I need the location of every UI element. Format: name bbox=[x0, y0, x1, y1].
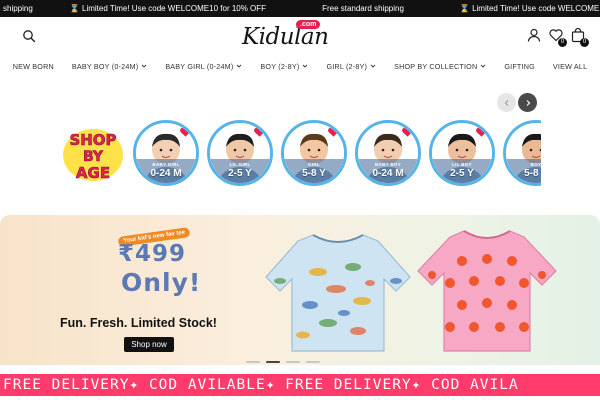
wishlist-count: 0 bbox=[558, 38, 567, 47]
age-card[interactable]: LIL GIRL 2-5 Y bbox=[207, 120, 273, 186]
apple-tshirt-image bbox=[417, 230, 557, 352]
search-icon[interactable] bbox=[22, 29, 36, 43]
age-card-sublabel: LIL BOY bbox=[452, 162, 472, 167]
nav-item-new-born[interactable]: NEW BORN bbox=[4, 58, 63, 74]
promo-ticker: FREE DELIVERY✦ COD AVILABLE✦ FREE DELIVE… bbox=[0, 374, 600, 396]
carousel-dot[interactable] bbox=[286, 361, 300, 363]
ticker-text: FREE DELIVERY✦ COD AVILABLE✦ FREE DELIVE… bbox=[3, 377, 519, 393]
age-card-sublabel: BABY BOY bbox=[374, 162, 402, 167]
nav-item-label: BABY GIRL (0-24M) bbox=[165, 61, 234, 71]
bag-icon[interactable]: 0 bbox=[570, 27, 589, 47]
main-nav: NEW BORN BABY BOY (0-24M) BABY GIRL (0-2… bbox=[0, 58, 600, 74]
shop-by-age-line: BY bbox=[83, 149, 104, 165]
carousel-dot[interactable] bbox=[246, 361, 260, 363]
age-card-label: 0-24 M bbox=[372, 168, 404, 179]
chevron-down-icon bbox=[370, 64, 376, 68]
chevron-down-icon bbox=[237, 64, 242, 68]
hero-banner[interactable]: Your kid's new fav tee ₹499 Only! Fun. F… bbox=[0, 215, 600, 365]
nav-item-label: BOY (2-8Y) bbox=[260, 61, 300, 71]
shop-by-age-line: AGE bbox=[76, 164, 110, 182]
nav-item-boy[interactable]: BOY (2-8Y) bbox=[251, 58, 317, 74]
heart-icon bbox=[253, 126, 266, 138]
promo-only: Only! bbox=[121, 268, 202, 297]
heart-icon bbox=[327, 126, 340, 138]
nav-item-baby-girl[interactable]: BABY GIRL (0-24M) bbox=[156, 58, 251, 74]
carousel-dot[interactable] bbox=[306, 361, 320, 363]
age-card[interactable]: GIRL 5-8 Y bbox=[281, 120, 347, 186]
logo-badge: .com bbox=[296, 20, 321, 29]
age-card[interactable]: BOY5-8 Y bbox=[503, 120, 541, 186]
chevron-down-icon bbox=[481, 64, 486, 68]
carousel-prev-button[interactable] bbox=[497, 93, 516, 112]
age-card[interactable]: BABY GIRL 0-24 M bbox=[133, 120, 199, 186]
carousel-next-button[interactable] bbox=[518, 93, 537, 112]
nav-item-label: BABY BOY (0-24M) bbox=[71, 61, 139, 71]
nav-item-label: SHOP BY COLLECTION bbox=[394, 61, 478, 71]
age-card-sublabel: BABY GIRL bbox=[152, 162, 180, 167]
header-actions: 0 0 bbox=[526, 27, 589, 47]
age-card[interactable]: BABY BOY 0-24 M bbox=[355, 120, 421, 186]
nav-item-baby-boy[interactable]: BABY BOY (0-24M) bbox=[63, 58, 156, 74]
announcement-message: shipping bbox=[3, 4, 33, 13]
promo-tagline: Fun. Fresh. Limited Stock! bbox=[60, 316, 217, 330]
heart-icon bbox=[401, 126, 414, 138]
age-card-label: 2-5 Y bbox=[228, 168, 252, 179]
shop-by-age-line: SHOP bbox=[69, 131, 116, 149]
heart-icon bbox=[475, 126, 488, 138]
announcement-message: ⌛ Limited Time! Use code WELCOME10 for 1… bbox=[459, 4, 600, 13]
chevron-down-icon bbox=[303, 64, 308, 68]
announcement-message: ⌛ Limited Time! Use code WELCOME10 for 1… bbox=[69, 4, 267, 13]
nav-item-shop-by-collection[interactable]: SHOP BY COLLECTION bbox=[385, 58, 495, 74]
age-card[interactable]: LIL BOY 2-5 Y bbox=[429, 120, 495, 186]
nav-item-label: GIRL (2-8Y) bbox=[326, 61, 368, 71]
announcement-message: Free standard shipping bbox=[322, 4, 404, 13]
age-card-sublabel: BOY bbox=[530, 162, 541, 167]
carousel-dots bbox=[246, 361, 346, 364]
chevron-right-icon bbox=[526, 99, 530, 106]
nav-item-gifting[interactable]: GIFTING bbox=[495, 58, 544, 74]
user-icon[interactable] bbox=[526, 27, 542, 43]
chevron-down-icon bbox=[141, 64, 147, 68]
age-carousel: BABY GIRL 0-24 M LIL GIRL 2-5 Y GIRL 5-8 Y BAB… bbox=[133, 120, 541, 186]
nav-item-label: GIFTING bbox=[504, 61, 535, 71]
cart-count: 0 bbox=[580, 38, 589, 47]
age-card-label: 5-8 Y bbox=[302, 168, 326, 179]
nav-item-view-all[interactable]: VIEW ALL bbox=[544, 58, 596, 74]
announcement-bar: shipping ⌛ Limited Time! Use code WELCOM… bbox=[0, 0, 600, 17]
site-header: Kidulan .com 0 0 bbox=[0, 17, 600, 55]
heart-icon[interactable]: 0 bbox=[548, 27, 567, 47]
age-card-label: 2-5 Y bbox=[450, 168, 474, 179]
age-card-label: 0-24 M bbox=[150, 168, 182, 179]
carousel-dot-active[interactable] bbox=[266, 361, 280, 363]
age-card-sublabel: GIRL bbox=[308, 162, 320, 167]
nav-item-girl[interactable]: GIRL (2-8Y) bbox=[317, 58, 385, 74]
nav-item-label: NEW BORN bbox=[12, 61, 54, 71]
age-card-label: 5-8 Y bbox=[524, 168, 541, 179]
shop-now-button[interactable]: Shop now bbox=[124, 337, 174, 352]
shop-by-age-logo: SHOP BY AGE bbox=[63, 129, 123, 182]
age-card-sublabel: LIL GIRL bbox=[229, 162, 251, 167]
heart-icon bbox=[179, 126, 192, 138]
promo-price: ₹499 bbox=[118, 241, 187, 267]
nav-item-label: VIEW ALL bbox=[552, 61, 588, 71]
site-logo[interactable]: Kidulan .com bbox=[238, 20, 329, 52]
dinosaur-tshirt-image bbox=[265, 234, 411, 352]
chevron-left-icon bbox=[504, 99, 508, 106]
